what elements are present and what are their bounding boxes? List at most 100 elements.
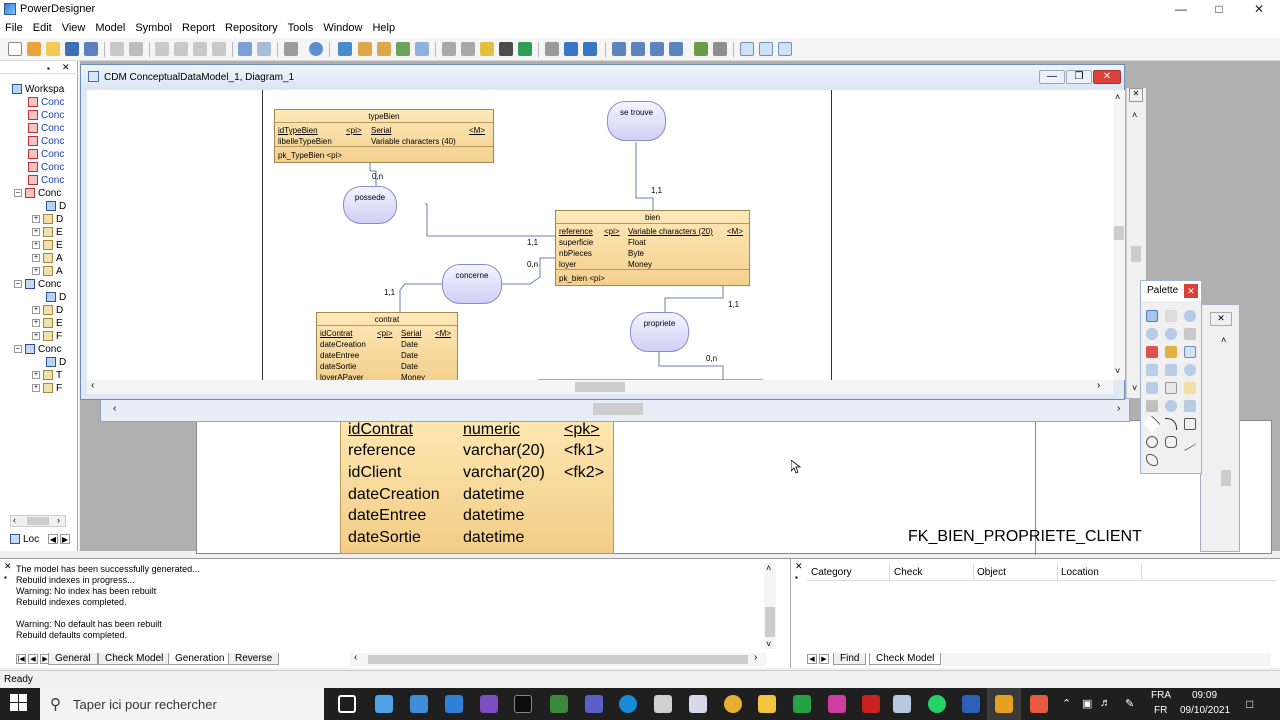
collapse-icon[interactable]: – (14, 280, 22, 289)
scroll-thumb[interactable] (1114, 226, 1124, 240)
open-package-tool-icon[interactable] (1184, 328, 1196, 340)
acrobat-icon[interactable] (862, 695, 880, 713)
tab-general[interactable]: General (48, 653, 98, 665)
ellipse-tool-icon[interactable] (1146, 436, 1158, 448)
network-icon[interactable]: ▣ (1082, 697, 1092, 710)
reverse-icon[interactable] (583, 42, 597, 56)
menu-file[interactable]: File (0, 20, 28, 36)
tab-check-model[interactable]: Check Model (869, 653, 942, 665)
expand-icon[interactable]: + (32, 241, 40, 250)
editor-icon[interactable] (550, 695, 568, 713)
tree-item[interactable]: Conc (28, 96, 64, 109)
zoom-tool-icon[interactable] (1165, 328, 1177, 340)
tree-item[interactable]: + D (32, 304, 63, 317)
copy-icon[interactable] (174, 42, 188, 56)
new-icon[interactable] (8, 42, 22, 56)
palette-close-icon[interactable]: ✕ (1184, 284, 1198, 298)
association-propriete[interactable]: propriete (630, 312, 689, 352)
output-hscrollbar[interactable]: ‹ › (350, 652, 766, 666)
language-indicator[interactable]: FRA (1151, 690, 1171, 701)
ungroup-icon[interactable] (461, 42, 475, 56)
view-result-icon[interactable] (778, 42, 792, 56)
app-icon[interactable] (689, 695, 707, 713)
menu-edit[interactable]: Edit (28, 20, 57, 36)
diagram-vscrollbar[interactable]: ˄ ˅ (1113, 90, 1125, 380)
align-icon[interactable] (545, 42, 559, 56)
entity-contrat[interactable]: contrat idContrat <pi> Serial <M> dateCreat… (316, 312, 458, 382)
column-header-check[interactable]: Check (894, 567, 922, 578)
clock-date[interactable]: 09/10/2021 (1180, 705, 1230, 716)
diagram-hscrollbar[interactable]: ‹ › (87, 380, 1113, 394)
tree-item[interactable]: Conc (28, 135, 64, 148)
tree-item[interactable]: + A (32, 265, 63, 278)
tree-item[interactable]: D (46, 291, 66, 304)
tree-item[interactable]: Conc (28, 161, 64, 174)
diagram-canvas[interactable]: typeBien idTypeBien <pi> Serial <M> libelle… (87, 90, 1113, 382)
app-icon[interactable] (1030, 695, 1048, 713)
package-icon[interactable] (358, 42, 372, 56)
cut-icon[interactable] (155, 42, 169, 56)
pen-icon[interactable]: ✎ (1125, 697, 1134, 710)
diagram-icon[interactable] (377, 42, 391, 56)
results-close-icon[interactable]: ✕ (795, 561, 803, 572)
expand-icon[interactable]: + (32, 267, 40, 276)
pen-icon[interactable] (480, 42, 494, 56)
output-unpin-icon[interactable]: ▪ (4, 573, 7, 582)
tree-item-workspace[interactable]: Workspa (12, 83, 64, 96)
import-icon[interactable] (694, 42, 708, 56)
pdm-table-contrat[interactable]: idContrat numeric <pk> reference varchar… (340, 420, 614, 554)
scroll-thumb[interactable] (575, 382, 625, 392)
group-icon[interactable] (442, 42, 456, 56)
expand-icon[interactable]: + (32, 384, 40, 393)
tree-item[interactable]: – Conc (14, 187, 61, 200)
tree-item[interactable]: + T (32, 369, 62, 382)
results-hscrollbar[interactable] (941, 653, 1271, 666)
scroll-thumb[interactable] (27, 517, 49, 525)
word-icon[interactable] (962, 695, 980, 713)
results-unpin-icon[interactable]: ▪ (795, 573, 798, 582)
view-browser-icon[interactable] (740, 42, 754, 56)
maximize-button[interactable]: □ (1200, 0, 1238, 20)
inheritance-tool-icon[interactable] (1146, 364, 1158, 376)
entity-tool-icon[interactable] (1184, 346, 1196, 358)
line-tool-icon[interactable] (1143, 415, 1161, 433)
chrome-icon[interactable] (724, 695, 742, 713)
expand-icon[interactable]: + (32, 319, 40, 328)
tree-item[interactable]: + A (32, 252, 63, 265)
zoom-page-icon[interactable] (669, 42, 683, 56)
back-window-close-icon[interactable]: ✕ (1129, 88, 1143, 102)
save-icon[interactable] (65, 42, 79, 56)
menu-repository[interactable]: Repository (220, 20, 283, 36)
tab-reverse[interactable]: Reverse (228, 653, 280, 665)
menu-tools[interactable]: Tools (283, 20, 319, 36)
text-icon[interactable] (518, 42, 532, 56)
polygon-tool-icon[interactable] (1146, 454, 1158, 466)
window-minimize-button[interactable]: — (1039, 70, 1065, 84)
title-tool-icon[interactable] (1184, 400, 1196, 412)
association-concerne[interactable]: concerne (442, 264, 502, 304)
paste-icon[interactable] (193, 42, 207, 56)
file-explorer-icon[interactable] (758, 695, 776, 713)
notification-icon[interactable]: □ (1246, 697, 1253, 711)
polyline-tool-icon[interactable] (1184, 432, 1196, 452)
tree-item[interactable]: D (46, 200, 66, 213)
volume-icon[interactable]: ♬ (1100, 697, 1111, 709)
expand-icon[interactable]: + (32, 215, 40, 224)
tree-item[interactable]: D (46, 356, 66, 369)
delete-tool-icon[interactable] (1146, 346, 1158, 358)
app-icon[interactable] (828, 695, 846, 713)
expand-icon[interactable]: + (32, 371, 40, 380)
menu-view[interactable]: View (57, 20, 91, 36)
tab-check-model[interactable]: Check Model (98, 653, 171, 665)
taskbar-app-icon[interactable] (375, 695, 393, 713)
text-tool-icon[interactable] (1165, 400, 1177, 412)
output-close-icon[interactable]: ✕ (4, 561, 12, 572)
tab-find[interactable]: Find (833, 653, 867, 665)
teams-icon[interactable] (585, 695, 603, 713)
print-icon[interactable] (129, 42, 143, 56)
scroll-thumb[interactable] (593, 403, 643, 415)
zoom-out-icon[interactable] (631, 42, 645, 56)
grabber-tool-icon[interactable] (1165, 310, 1177, 322)
menu-window[interactable]: Window (318, 20, 367, 36)
scroll-right-icon[interactable]: › (1117, 403, 1120, 414)
